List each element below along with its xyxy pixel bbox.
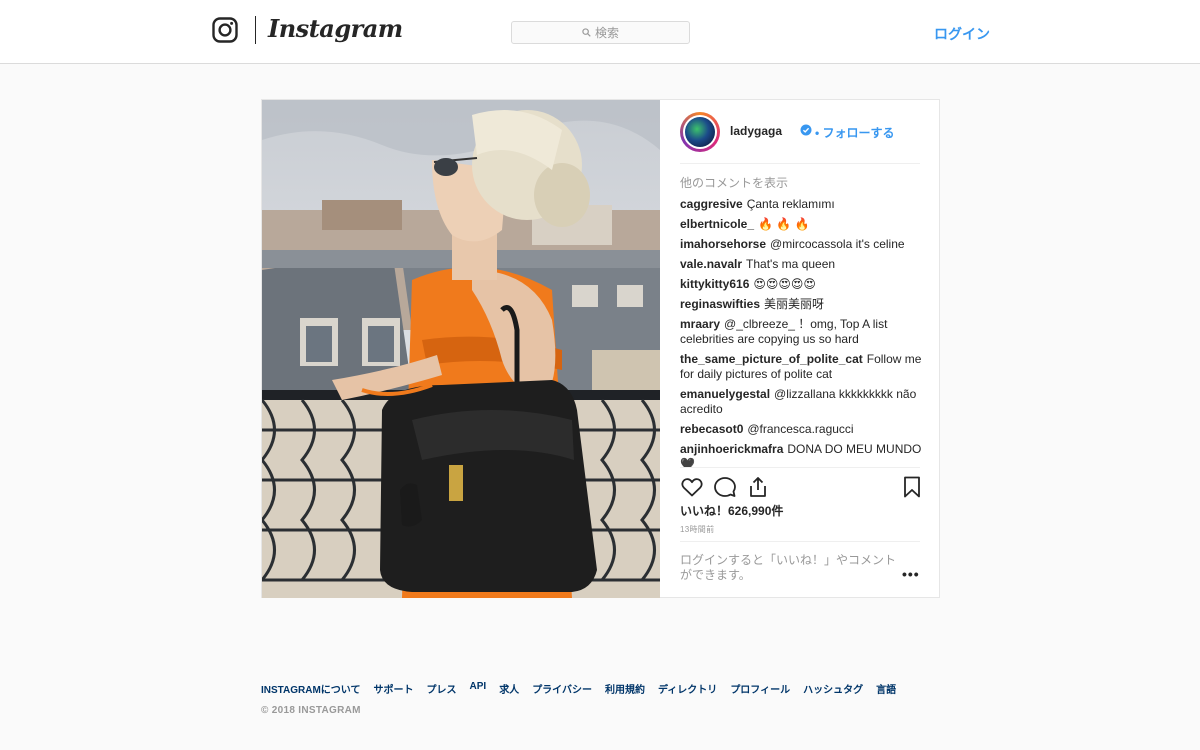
comment-username[interactable]: imahorsehorse	[680, 237, 766, 251]
instagram-wordmark[interactable]: Instagram	[268, 14, 403, 43]
post-timestamp[interactable]: 13時間前	[680, 524, 714, 535]
comment-username[interactable]: mraary	[680, 317, 720, 331]
post-sidebar: ladygaga • フォローする 他のコメントを表示 caggresive Ça…	[660, 100, 940, 598]
search-icon	[582, 28, 591, 37]
login-button[interactable]: ログイン	[934, 24, 990, 44]
comment-item: rebecasot0 @francesca.ragucci	[680, 422, 924, 437]
comment-item: caggresive Çanta reklamımı	[680, 197, 924, 212]
more-options-button[interactable]: •••	[902, 566, 920, 582]
footer-link-terms[interactable]: 利用規約	[605, 681, 645, 696]
footer-link-language[interactable]: 言語	[876, 681, 896, 696]
login-divider	[680, 541, 920, 542]
post-photo[interactable]	[262, 100, 660, 598]
comment-text: That's ma queen	[746, 257, 836, 271]
post-author-header: ladygaga • フォローする	[680, 112, 920, 164]
comment-item: emanuelygestal @lizzallana kkkkkkkkk não …	[680, 387, 924, 417]
footer-link-about[interactable]: INSTAGRAMについて	[261, 681, 361, 696]
comment-text: @francesca.ragucci	[747, 422, 854, 436]
comment-text: 😍😍😍😍😍	[753, 277, 816, 291]
comment-text: Çanta reklamımı	[746, 197, 835, 211]
footer-link-directory[interactable]: ディレクトリ	[658, 681, 717, 696]
comment-text: 🔥 🔥 🔥	[758, 217, 810, 231]
comment-item: anjinhoerickmafra DONA DO MEU MUNDO 🖤	[680, 442, 924, 468]
login-prompt-link[interactable]: ログインすると「いいね！」やコメントができます。	[680, 553, 896, 582]
footer-link-support[interactable]: サポート	[374, 681, 414, 696]
post-actions	[680, 475, 920, 501]
comment-text: 美丽美丽呀	[764, 297, 825, 311]
comment-username[interactable]: rebecasot0	[680, 422, 743, 436]
instagram-camera-icon[interactable]	[212, 17, 238, 43]
comment-username[interactable]: elbertnicole_	[680, 217, 754, 231]
footer-link-press[interactable]: プレス	[427, 681, 457, 696]
footer-links: INSTAGRAMについて サポート プレス API 求人 プライバシー 利用規…	[261, 681, 896, 696]
comment-item: the_same_picture_of_polite_cat Follow me …	[680, 352, 924, 382]
comment-item: vale.navalr That's ma queen	[680, 257, 924, 272]
share-icon[interactable]	[746, 475, 770, 499]
comment-item: mraary @_clbreeze_ ！omg, Top A list celeb…	[680, 317, 924, 347]
view-more-comments-link[interactable]: 他のコメントを表示	[680, 176, 924, 191]
comment-username[interactable]: anjinhoerickmafra	[680, 442, 783, 456]
comment-username[interactable]: the_same_picture_of_polite_cat	[680, 352, 863, 366]
comment-item: elbertnicole_ 🔥 🔥 🔥	[680, 217, 924, 232]
follow-label: フォローする	[822, 126, 895, 140]
heart-icon[interactable]	[680, 475, 704, 499]
top-navigation-bar: Instagram 検索 ログイン	[0, 0, 1200, 64]
comments-list: 他のコメントを表示 caggresive Çanta reklamımı elbe…	[680, 176, 924, 468]
author-username[interactable]: ladygaga	[730, 124, 782, 138]
post-photo-illustration	[262, 100, 660, 598]
avatar-image	[685, 117, 715, 147]
avatar[interactable]	[680, 112, 720, 152]
comment-icon[interactable]	[713, 475, 737, 499]
follow-button[interactable]: • フォローする	[815, 124, 895, 141]
footer-link-jobs[interactable]: 求人	[499, 681, 519, 696]
actions-divider	[680, 467, 920, 468]
comment-text: @mircocassola it's celine	[770, 237, 905, 251]
search-input[interactable]: 検索	[511, 21, 690, 44]
copyright: © 2018 INSTAGRAM	[261, 705, 361, 716]
comment-item: reginaswifties 美丽美丽呀	[680, 297, 924, 312]
likes-count[interactable]: いいね！626,990件	[680, 502, 783, 519]
comment-username[interactable]: reginaswifties	[680, 297, 760, 311]
comment-item: kittykitty616 😍😍😍😍😍	[680, 277, 924, 292]
footer-link-api[interactable]: API	[470, 681, 487, 696]
comment-username[interactable]: caggresive	[680, 197, 743, 211]
comment-username[interactable]: kittykitty616	[680, 277, 749, 291]
verified-badge-icon	[800, 124, 812, 136]
footer-link-hashtags[interactable]: ハッシュタグ	[803, 681, 863, 696]
post-card: ladygaga • フォローする 他のコメントを表示 caggresive Ça…	[261, 99, 940, 598]
footer-link-profiles[interactable]: プロフィール	[730, 681, 790, 696]
search-placeholder: 検索	[594, 26, 619, 40]
login-prompt: ログインすると「いいね！」やコメントができます。	[680, 553, 900, 583]
comment-item: imahorsehorse @mircocassola it's celine	[680, 237, 924, 252]
comment-username[interactable]: emanuelygestal	[680, 387, 770, 401]
footer-link-privacy[interactable]: プライバシー	[532, 681, 592, 696]
comment-username[interactable]: vale.navalr	[680, 257, 742, 271]
bookmark-icon[interactable]	[900, 475, 924, 499]
logo-divider	[255, 16, 256, 44]
